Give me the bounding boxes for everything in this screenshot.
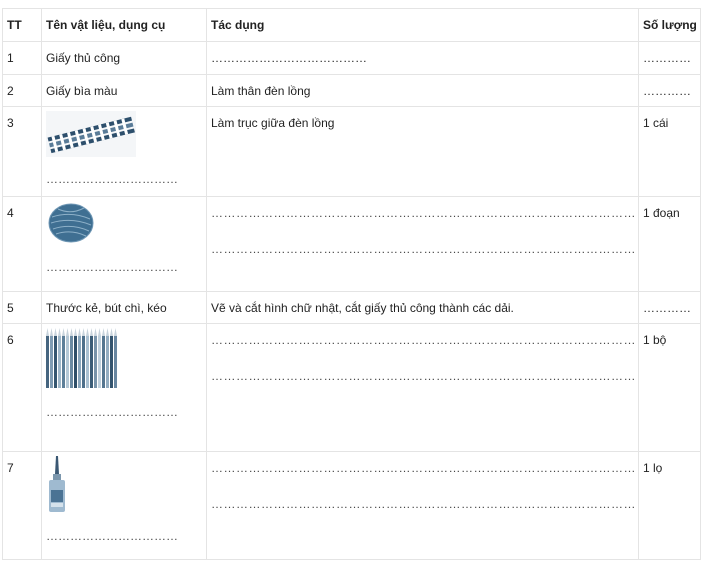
usage-text: Làm trục giữa đèn lồng [206,106,639,197]
usage-text: Vẽ và cắt hình chữ nhật, cắt giấy thủ cô… [206,291,639,324]
quantity: ………… [638,291,701,324]
row-number: 7 [2,451,42,560]
usage-text: ………………………………………………………………………………………… ……………… [206,196,639,292]
table-row: 7 …………………………… ……………………………………………………………………… [2,451,701,560]
usage-blank-line: ………………………………………………………………………………………… [211,497,634,510]
usage-blank-line: ………………………………………………………………………………………… [211,242,634,255]
material-blank: …………………………… [46,529,178,543]
usage-text: ………………………………………………………………………………………… ……………… [206,451,639,560]
row-number: 5 [2,291,42,324]
header-qty: Số lượng [638,8,701,42]
table-row: 4 …………………………… ……………………………………………………………………… [2,196,701,292]
material-cell: …………………………… [41,106,207,197]
usage-text: Làm thân đèn lồng [206,74,639,107]
glue-bottle-icon [49,456,65,512]
material-blank: …………………………… [46,172,178,186]
row-number: 1 [2,41,42,75]
row-number: 6 [2,323,42,452]
material-cell: …………………………… [41,451,207,560]
material-blank: …………………………… [46,260,178,274]
row-number: 2 [2,74,42,107]
materials-table: TT Tên vật liệu, dụng cụ Tác dụng Số lượ… [2,8,701,560]
material-name: Thước kẻ, bút chì, kéo [41,291,207,324]
material-name: Giấy thủ công [41,41,207,75]
header-usage: Tác dụng [206,8,639,42]
table-row: 3 …………………………… Làm trục giữa đèn lồng 1 c… [2,106,701,197]
row-number: 3 [2,106,42,197]
material-cell: …………………………… [41,323,207,452]
usage-text: ………………………………… [206,41,639,75]
usage-blank-line: ………………………………………………………………………………………… [211,333,634,346]
table-row: 5 Thước kẻ, bút chì, kéo Vẽ và cắt hình … [2,291,701,324]
header-tt: TT [2,8,42,42]
quantity: ………… [638,74,701,107]
table-header-row: TT Tên vật liệu, dụng cụ Tác dụng Số lượ… [2,8,701,42]
usage-blank-line: ………………………………………………………………………………………… [211,369,634,382]
table-row: 6 …………………………… ……………………………………………………………………… [2,323,701,452]
usage-blank-line: ………………………………………………………………………………………… [211,206,634,219]
striped-straws-icon [46,111,136,157]
row-number: 4 [2,196,42,292]
quantity: ………… [638,41,701,75]
quantity: 1 đoạn [638,196,701,292]
usage-blank-line: ………………………………………………………………………………………… [211,461,634,474]
material-name: Giấy bìa màu [41,74,207,107]
material-cell: …………………………… [41,196,207,292]
color-pencils-icon [46,328,117,388]
header-material: Tên vật liệu, dụng cụ [41,8,207,42]
yarn-ball-icon [48,203,94,243]
quantity: 1 lọ [638,451,701,560]
table-row: 2 Giấy bìa màu Làm thân đèn lồng ………… [2,74,701,107]
table-row: 1 Giấy thủ công ………………………………… ………… [2,41,701,75]
usage-text: ………………………………………………………………………………………… ……………… [206,323,639,452]
material-blank: …………………………… [46,405,178,419]
quantity: 1 cái [638,106,701,197]
quantity: 1 bộ [638,323,701,452]
